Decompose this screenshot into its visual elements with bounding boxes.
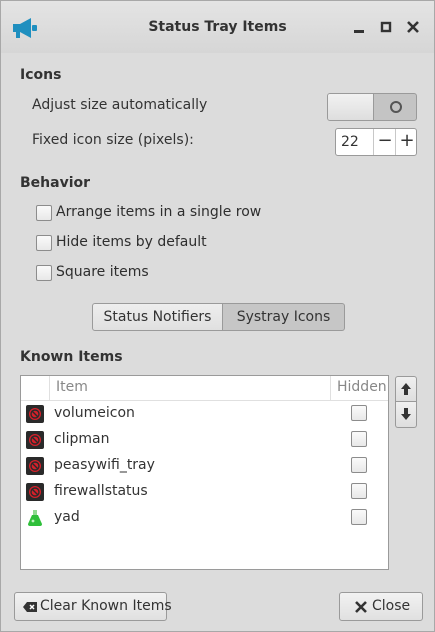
arrow-down-icon [401, 408, 411, 420]
blocked-icon [26, 405, 44, 423]
flask-icon [28, 510, 42, 526]
behavior-heading: Behavior [20, 175, 91, 191]
list-item[interactable]: volumeicon [21, 401, 388, 427]
checkbox-label: Hide items by default [56, 234, 207, 250]
header-icon-column[interactable] [21, 376, 50, 400]
clear-button-label: Clear Known Items [40, 598, 172, 614]
header-item[interactable]: Item [56, 379, 88, 395]
fixed-size-label: Fixed icon size (pixels): [32, 132, 194, 148]
clear-known-items-button[interactable]: Clear Known Items [14, 592, 172, 621]
icons-heading: Icons [20, 67, 62, 83]
checkbox-label: Square items [56, 264, 149, 280]
hidden-checkbox[interactable] [351, 483, 367, 499]
hidden-checkbox[interactable] [351, 509, 367, 525]
close-icon[interactable] [405, 19, 421, 35]
item-name: clipman [54, 431, 110, 447]
blocked-icon [26, 457, 44, 475]
hidden-checkbox[interactable] [351, 405, 367, 421]
switch-off-indicator-icon [390, 101, 402, 113]
close-icon [355, 601, 367, 613]
move-down-button[interactable] [395, 402, 417, 428]
blocked-icon [26, 431, 44, 449]
close-button-label: Close [372, 598, 411, 614]
item-name: volumeicon [54, 405, 135, 421]
list-item[interactable]: firewallstatus [21, 479, 388, 505]
minimize-icon[interactable] [351, 19, 367, 35]
known-items-list[interactable]: Item Hidden volumeicon clipman peasywifi… [20, 375, 389, 570]
item-name: firewallstatus [54, 483, 148, 499]
icon-size-spinner[interactable]: − + [335, 128, 417, 156]
item-name: yad [54, 509, 80, 525]
header-hidden-label: Hidden [337, 379, 387, 395]
tab-status-notifiers[interactable]: Status Notifiers [92, 303, 223, 331]
window: Status Tray Items Icons Adjust size auto… [0, 0, 435, 632]
checkbox-box[interactable] [36, 205, 52, 221]
decrement-button[interactable]: − [373, 129, 396, 155]
move-up-button[interactable] [395, 376, 417, 402]
maximize-icon[interactable] [378, 19, 394, 35]
adjust-size-label: Adjust size automatically [32, 97, 208, 113]
list-header: Item Hidden [21, 376, 388, 401]
hidden-checkbox[interactable] [351, 431, 367, 447]
close-button[interactable]: Close [339, 592, 423, 621]
increment-button[interactable]: + [395, 129, 418, 155]
item-name: peasywifi_tray [54, 457, 155, 473]
known-items-heading: Known Items [20, 349, 123, 365]
checkbox-label: Arrange items in a single row [56, 204, 262, 220]
adjust-size-switch[interactable] [327, 93, 417, 121]
titlebar[interactable]: Status Tray Items [1, 1, 434, 53]
list-item[interactable]: peasywifi_tray [21, 453, 388, 479]
blocked-icon [26, 483, 44, 501]
list-item[interactable]: yad [21, 505, 388, 531]
tab-systray-icons[interactable]: Systray Icons [223, 303, 345, 331]
header-hidden[interactable]: Hidden [330, 376, 388, 400]
clear-icon [23, 602, 37, 612]
arrow-up-icon [401, 383, 411, 395]
list-item[interactable]: clipman [21, 427, 388, 453]
switch-knob [328, 94, 374, 120]
checkbox-box[interactable] [36, 235, 52, 251]
window-title: Status Tray Items [148, 19, 287, 35]
hidden-checkbox[interactable] [351, 457, 367, 473]
checkbox-box[interactable] [36, 265, 52, 281]
icon-size-input[interactable] [341, 133, 371, 151]
